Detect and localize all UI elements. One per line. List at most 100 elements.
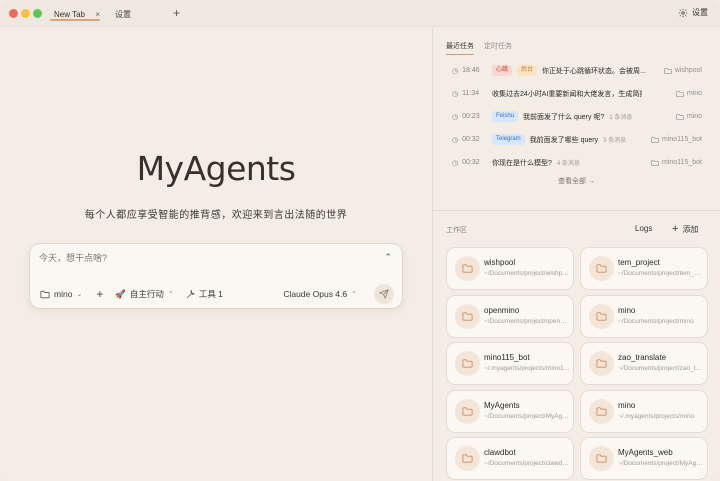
model-label: Claude Opus 4.6 <box>283 289 348 299</box>
task-time-label: 00:23 <box>462 113 480 120</box>
tab-label: New Tab <box>54 9 85 19</box>
zoom-window-button[interactable] <box>33 9 42 18</box>
folder-icon <box>462 264 473 273</box>
chevron-up-icon: ⌃ <box>351 291 357 298</box>
titlebar: New Tab × 设置 + 设置 <box>0 0 720 27</box>
workspace-path: ~/Documents/project/MyAgents_web <box>618 460 704 467</box>
folder-icon <box>664 67 672 74</box>
task-message-count: 3 条消息 <box>603 138 627 144</box>
mode-selector[interactable]: 🚀 自主行动 ⌃ <box>115 288 173 300</box>
add-label: 添加 <box>682 224 699 234</box>
task-row[interactable]: ◷ 00:23 Feishu 我前面发了什么 query 呢? 1 条消息 mino <box>452 105 702 128</box>
home-panel: MyAgents 每个人都应享受智能的推背感，欢迎来到言出法随的世界 ⌃ min… <box>0 28 432 481</box>
task-tabs: 最近任务 定时任务 <box>446 41 522 55</box>
task-time-label: 00:32 <box>462 159 480 166</box>
folder-icon <box>651 136 659 143</box>
tab-settings[interactable]: 设置 <box>115 5 131 23</box>
workspace-card[interactable]: MyAgents ~/Documents/project/MyAgents <box>447 390 573 432</box>
settings-label: 设置 <box>692 8 708 17</box>
app-title: MyAgents <box>136 149 296 188</box>
minimize-window-button[interactable] <box>21 9 30 18</box>
send-button[interactable] <box>374 284 394 304</box>
workspace-card[interactable]: zao_translate ~/Documents/project/zao_tra… <box>581 343 707 384</box>
tab-scheduled-tasks[interactable]: 定时任务 <box>484 41 512 51</box>
prompt-input[interactable] <box>39 253 339 263</box>
settings-button[interactable]: 设置 <box>678 7 708 18</box>
tools-label: 工具 1 <box>198 289 223 299</box>
clock-icon: ◷ <box>452 67 459 75</box>
logs-button[interactable]: Logs <box>635 224 652 233</box>
folder-selector[interactable]: mino ⌄ <box>40 289 82 299</box>
add-attachment-button[interactable]: + <box>96 287 103 301</box>
side-panel: 最近任务 定时任务 ◷ 18:46 心跳 后台 你正处于心跳循环状态。会被周... wis… <box>433 28 720 481</box>
view-all-link[interactable]: 查看全部 → <box>433 176 720 186</box>
folder-icon <box>462 311 473 321</box>
rocket-icon: 🚀 <box>115 288 126 299</box>
folder-icon <box>596 406 607 416</box>
workspace-card[interactable]: mino115_bot ~/.myagents/projects/mino115_… <box>447 343 573 384</box>
workspace-icon <box>455 446 480 471</box>
workspace-path: ~/Documents/project/MyAgents <box>484 412 570 420</box>
chevron-up-icon[interactable]: ⌃ <box>384 252 392 263</box>
workspace-card[interactable]: mino ~/Documents/project/mino <box>581 295 707 337</box>
workspace-path: ~/Documents/project/mino <box>618 317 694 325</box>
task-title: 我前面发了哪些 query <box>529 136 599 144</box>
folder-icon <box>676 113 684 120</box>
close-window-button[interactable] <box>9 9 18 18</box>
task-folder: mino <box>676 113 702 121</box>
workspace-icon <box>589 446 614 471</box>
workspace-name: MyAgents_web <box>618 448 673 457</box>
app-tagline: 每个人都应享受智能的推背感，欢迎来到言出法随的世界 <box>84 210 348 221</box>
task-row[interactable]: ◷ 00:32 Telegram 我前面发了哪些 query 3 条消息 mino115_… <box>452 128 702 151</box>
close-icon[interactable]: × <box>95 10 100 19</box>
workspace-name: mino <box>618 305 636 315</box>
tab-recent-tasks[interactable]: 最近任务 <box>446 41 474 55</box>
add-workspace-button[interactable]: + 添加 <box>672 223 698 235</box>
folder-icon <box>596 311 607 321</box>
workspace-card[interactable]: openmino ~/Documents/project/openmino <box>447 295 573 337</box>
recent-task-list: ◷ 18:46 心跳 后台 你正处于心跳循环状态。会被周... wishpool ◷ 11:3… <box>452 59 702 174</box>
chat-composer: ⌃ mino ⌄ + 🚀 自主行动 ⌃ <box>30 244 402 308</box>
workspace-path: ~/Documents/project/clawdbot <box>484 460 570 467</box>
task-row[interactable]: ◷ 00:32 你现在是什么模型? 4 条消息 mino115_bot <box>452 151 702 174</box>
task-time: ◷ 00:23 <box>452 113 492 121</box>
task-title: 你正处于心跳循环状态。会被周... <box>542 67 646 75</box>
mode-label: 自主行动 <box>129 289 164 299</box>
task-time: ◷ 00:32 <box>452 136 492 144</box>
workspace-path: ~/Documents/project/wishpool <box>484 270 570 277</box>
workspace-card[interactable]: MyAgents_web ~/Documents/project/MyAgents… <box>581 438 707 479</box>
task-title: 我前面发了什么 query 呢? <box>523 113 605 121</box>
folder-icon <box>596 359 607 368</box>
workspace-name: mino <box>618 400 636 410</box>
workspace-icon <box>455 256 480 281</box>
plus-icon: + <box>672 223 679 235</box>
folder-label: mino <box>54 289 73 299</box>
workspace-path: ~/.myagents/projects/mino115_bot <box>484 365 570 372</box>
task-time-label: 11:34 <box>462 90 480 97</box>
section-divider <box>433 210 720 211</box>
task-folder-label: mino <box>686 90 702 97</box>
gear-icon <box>678 8 688 17</box>
clock-icon: ◷ <box>452 136 459 144</box>
task-badge: 后台 <box>517 65 538 76</box>
active-tab-indicator <box>50 19 100 21</box>
task-folder: mino <box>676 90 702 98</box>
workspace-card[interactable]: mino ~/.myagents/projects/mino <box>581 390 707 432</box>
folder-icon <box>40 290 50 298</box>
task-time: ◷ 00:32 <box>452 159 492 167</box>
task-time: ◷ 11:34 <box>452 90 492 98</box>
task-badge: Telegram <box>492 134 525 145</box>
workspace-path: ~/.myagents/projects/mino <box>618 412 695 420</box>
task-row[interactable]: ◷ 18:46 心跳 后台 你正处于心跳循环状态。会被周... wishpool <box>452 59 702 82</box>
new-tab-button[interactable]: + <box>173 6 180 20</box>
model-selector[interactable]: Claude Opus 4.6 ⌃ <box>283 289 357 299</box>
tools-selector[interactable]: 工具 1 <box>186 288 223 300</box>
workspace-icon <box>455 398 480 424</box>
workspace-card[interactable]: tem_project ~/Documents/project/tem_proje… <box>581 248 707 289</box>
task-row[interactable]: ◷ 11:34 收集过去24小时AI重要新闻和大佬发言，生成简报... mino <box>452 82 702 105</box>
workspace-path: ~/Documents/project/zao_translate <box>618 365 704 372</box>
workspace-name: openmino <box>484 305 520 315</box>
workspace-card[interactable]: clawdbot ~/Documents/project/clawdbot <box>447 438 573 479</box>
send-icon <box>379 289 389 299</box>
workspace-card[interactable]: wishpool ~/Documents/project/wishpool <box>447 248 573 289</box>
